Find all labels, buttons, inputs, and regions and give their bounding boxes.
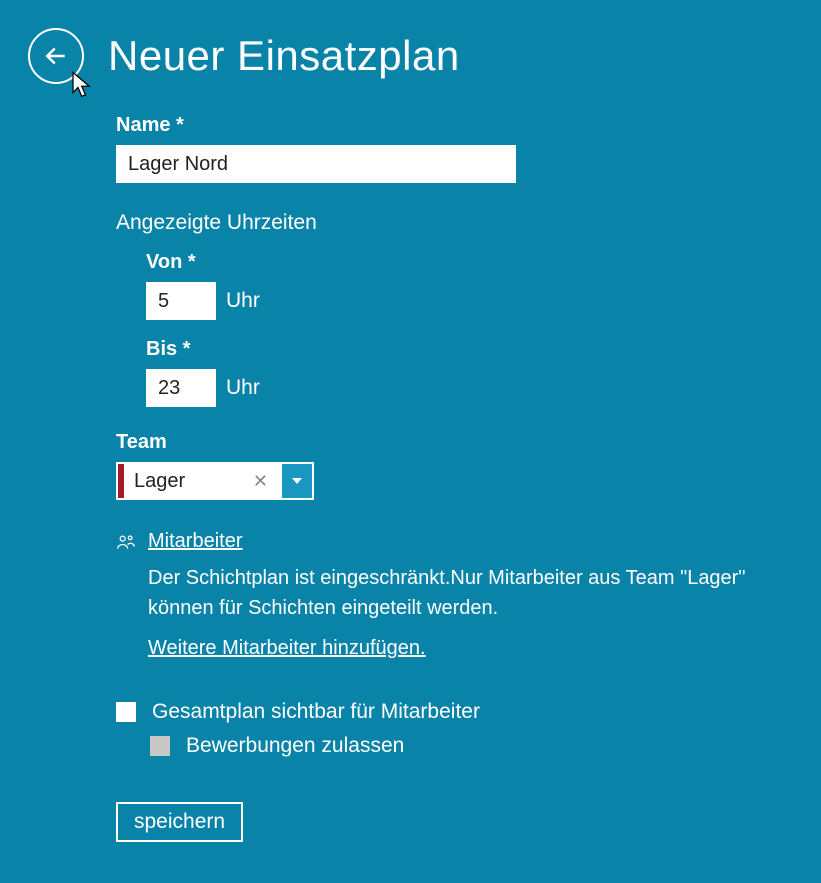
applications-checkbox[interactable] (150, 736, 170, 756)
to-input[interactable] (146, 369, 216, 407)
to-label: Bis * (146, 338, 756, 361)
from-input[interactable] (146, 282, 216, 320)
arrow-left-icon (41, 41, 71, 71)
page-title: Neuer Einsatzplan (108, 32, 460, 80)
from-label: Von * (146, 251, 756, 274)
team-select-body: Lager ✕ (124, 464, 280, 498)
cursor-icon (68, 70, 98, 100)
visible-checkbox[interactable] (116, 702, 136, 722)
mitarbeiter-link[interactable]: Mitarbeiter (148, 530, 242, 553)
name-input[interactable] (116, 145, 516, 183)
save-button[interactable]: speichern (116, 802, 243, 842)
team-select[interactable]: Lager ✕ (116, 462, 314, 500)
times-heading: Angezeigte Uhrzeiten (116, 211, 756, 235)
add-mitarbeiter-link[interactable]: Weitere Mitarbeiter hinzufügen. (148, 637, 426, 660)
from-unit: Uhr (226, 289, 260, 313)
chevron-down-icon (292, 478, 302, 484)
applications-checkbox-label: Bewerbungen zulassen (186, 734, 404, 758)
team-select-toggle[interactable] (280, 464, 312, 498)
clear-icon[interactable]: ✕ (249, 471, 272, 492)
to-unit: Uhr (226, 376, 260, 400)
people-icon (116, 533, 136, 551)
mitarbeiter-info: Der Schichtplan ist eingeschränkt.Nur Mi… (148, 563, 756, 623)
name-label: Name * (116, 114, 756, 137)
team-label: Team (116, 431, 756, 454)
back-button[interactable] (28, 28, 84, 84)
visible-checkbox-label: Gesamtplan sichtbar für Mitarbeiter (152, 700, 480, 724)
team-select-value: Lager (134, 470, 185, 493)
